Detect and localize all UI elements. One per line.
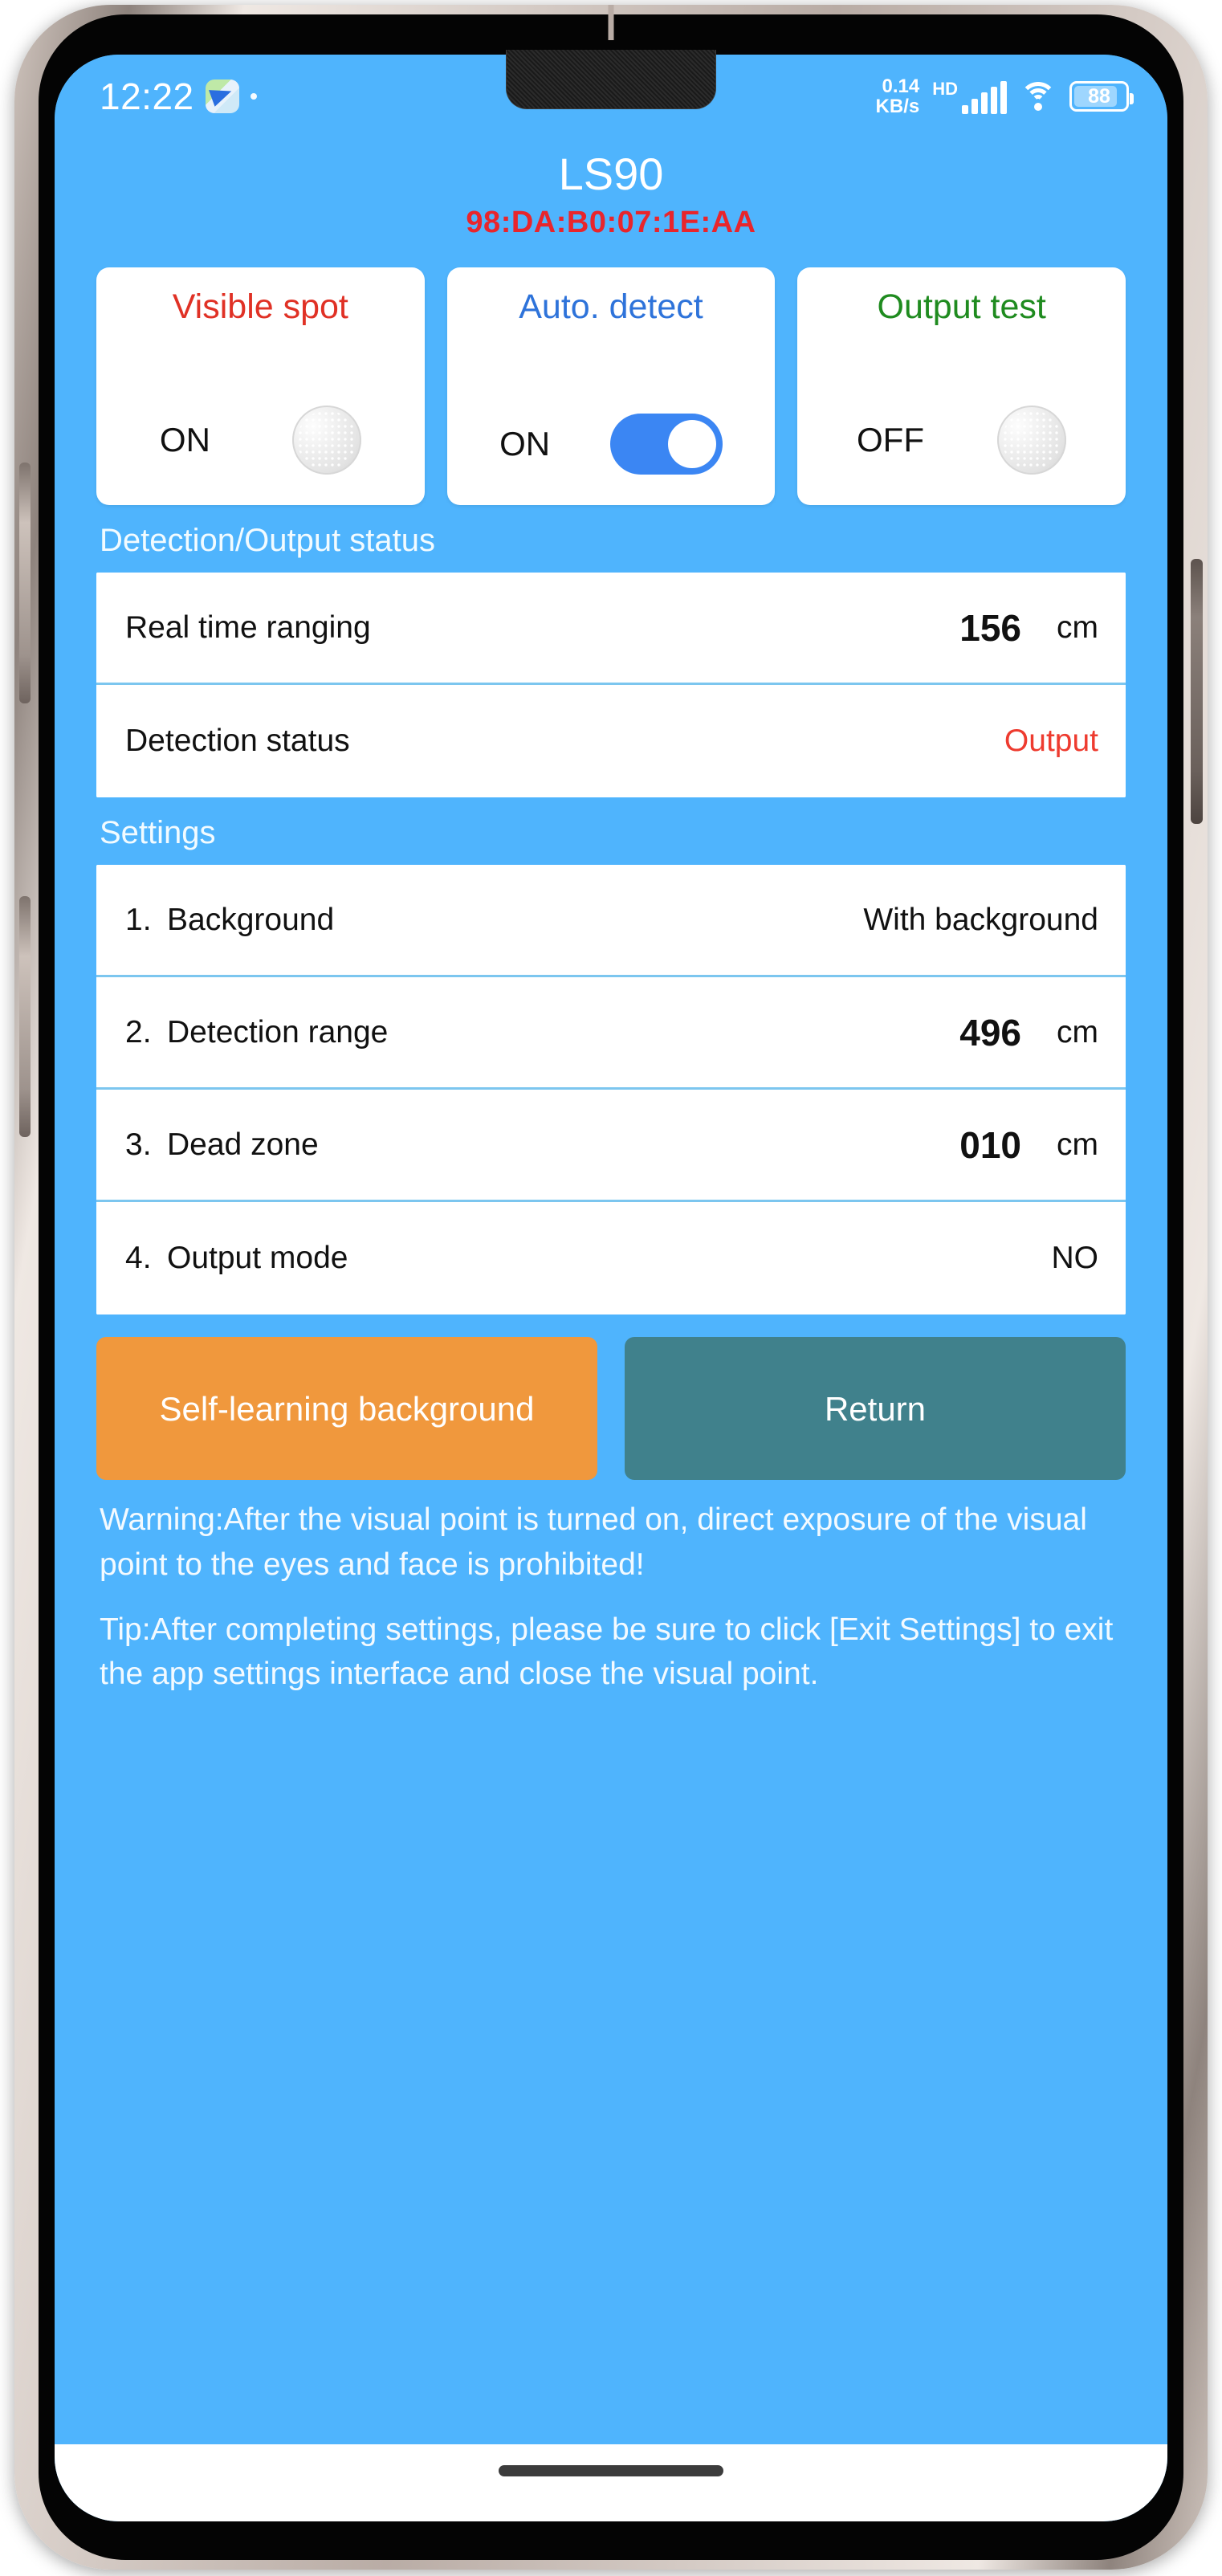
settings-row-dead-zone-label: Dead zone — [167, 1127, 319, 1162]
row-detection-status-value: Output — [1004, 723, 1098, 759]
screenshot-stage: 12:22 0.14 KB/s HD 88 LS90 98:DA:B0:07:1… — [0, 0, 1222, 2576]
status-bar-clock: 12:22 — [100, 75, 194, 117]
settings-row-detection-range-value: 496 — [959, 1011, 1021, 1054]
row-real-time-ranging-label: Real time ranging — [125, 609, 371, 645]
detection-status-heading: Detection/Output status — [100, 523, 436, 559]
volume-down-button[interactable] — [19, 896, 31, 1137]
settings-row-detection-range-unit: cm — [1057, 1014, 1098, 1050]
card-visible-spot[interactable]: Visible spot ON — [96, 267, 425, 506]
settings-row-dead-zone[interactable]: 3. Dead zone 010 cm — [96, 1090, 1126, 1203]
settings-row-detection-range-label: Detection range — [167, 1014, 389, 1050]
card-output-test-state: OFF — [857, 421, 924, 459]
wifi-icon — [1020, 82, 1057, 111]
hd-voice-icon: HD — [932, 79, 958, 99]
settings-row-output-mode-number: 4. — [125, 1241, 152, 1276]
auto-detect-toggle-switch[interactable] — [609, 414, 723, 475]
signal-group: HD — [932, 79, 1007, 114]
battery-icon: 88 — [1069, 81, 1134, 112]
settings-heading: Settings — [100, 815, 216, 851]
output-test-toggle-knob[interactable] — [997, 406, 1067, 475]
toggle-cards-row: Visible spot ON Auto. detect ON Output t… — [55, 243, 1167, 506]
navigation-app-icon — [205, 79, 239, 113]
visible-spot-toggle-knob[interactable] — [291, 406, 361, 475]
device-mac-address: 98:DA:B0:07:1E:AA — [466, 206, 756, 239]
network-speed-value: 0.14 — [882, 75, 920, 97]
device-name-title: LS90 — [558, 149, 664, 199]
settings-row-detection-range[interactable]: 2. Detection range 496 cm — [96, 977, 1126, 1090]
settings-row-background-value: With background — [863, 902, 1098, 937]
settings-row-dead-zone-number: 3. — [125, 1127, 152, 1162]
volume-up-button[interactable] — [19, 463, 31, 703]
card-visible-spot-title: Visible spot — [172, 287, 348, 327]
settings-list: 1. Background With background 2. Detecti… — [96, 865, 1126, 1315]
return-button[interactable]: Return — [625, 1337, 1126, 1481]
card-output-test[interactable]: Output test OFF — [797, 267, 1126, 506]
card-auto-detect-control: ON — [457, 414, 766, 489]
settings-row-dead-zone-value: 010 — [959, 1123, 1021, 1166]
row-real-time-ranging-value: 156 — [959, 606, 1021, 649]
app-root: 12:22 0.14 KB/s HD 88 LS90 98:DA:B0:07:1… — [55, 55, 1167, 2521]
tip-note: Tip:After completing settings, please be… — [100, 1612, 1114, 1692]
settings-row-output-mode-label: Output mode — [167, 1241, 348, 1276]
system-navigation-bar — [55, 2444, 1167, 2521]
action-buttons-row: Self-learning background Return — [55, 1314, 1167, 1481]
settings-row-output-mode[interactable]: 4. Output mode NO — [96, 1202, 1126, 1315]
settings-row-background[interactable]: 1. Background With background — [96, 865, 1126, 978]
footer-notes: Warning:After the visual point is turned… — [55, 1480, 1167, 2444]
card-output-test-control: OFF — [807, 406, 1116, 489]
card-auto-detect-state: ON — [499, 425, 551, 463]
network-speed-unit: KB/s — [875, 96, 920, 117]
warning-note: Warning:After the visual point is turned… — [100, 1502, 1087, 1582]
gesture-home-pill[interactable] — [499, 2465, 723, 2476]
settings-row-dead-zone-unit: cm — [1057, 1127, 1098, 1162]
row-detection-status[interactable]: Detection status Output — [96, 685, 1126, 798]
signal-bars-icon — [962, 81, 1007, 114]
card-visible-spot-state: ON — [159, 421, 210, 459]
phone-frame: 12:22 0.14 KB/s HD 88 LS90 98:DA:B0:07:1… — [14, 5, 1208, 2570]
settings-row-background-number: 1. — [125, 902, 152, 937]
phone-screen: 12:22 0.14 KB/s HD 88 LS90 98:DA:B0:07:1… — [55, 55, 1167, 2521]
settings-row-detection-range-number: 2. — [125, 1014, 152, 1050]
card-auto-detect[interactable]: Auto. detect ON — [446, 267, 776, 506]
card-output-test-title: Output test — [877, 287, 1046, 327]
status-bar-left: 12:22 — [100, 75, 257, 118]
network-speed-indicator: 0.14 KB/s — [876, 76, 920, 116]
power-button[interactable] — [1191, 559, 1203, 824]
detection-status-list: Real time ranging 156 cm Detection statu… — [96, 573, 1126, 798]
battery-level-label: 88 — [1088, 84, 1110, 108]
row-real-time-ranging-unit: cm — [1057, 609, 1098, 645]
row-real-time-ranging[interactable]: Real time ranging 156 cm — [96, 573, 1126, 686]
settings-row-background-label: Background — [167, 902, 335, 937]
row-detection-status-label: Detection status — [125, 723, 350, 759]
notification-dot-icon — [250, 93, 257, 100]
card-auto-detect-title: Auto. detect — [519, 287, 703, 327]
card-visible-spot-control: ON — [106, 406, 415, 489]
status-bar-right: 0.14 KB/s HD 88 — [876, 76, 1134, 116]
self-learning-background-button[interactable]: Self-learning background — [96, 1337, 597, 1481]
settings-row-output-mode-value: NO — [1051, 1241, 1099, 1276]
earpiece-speaker-grille — [506, 50, 716, 109]
antenna-band — [608, 5, 614, 40]
device-header: LS90 98:DA:B0:07:1E:AA — [55, 138, 1167, 243]
